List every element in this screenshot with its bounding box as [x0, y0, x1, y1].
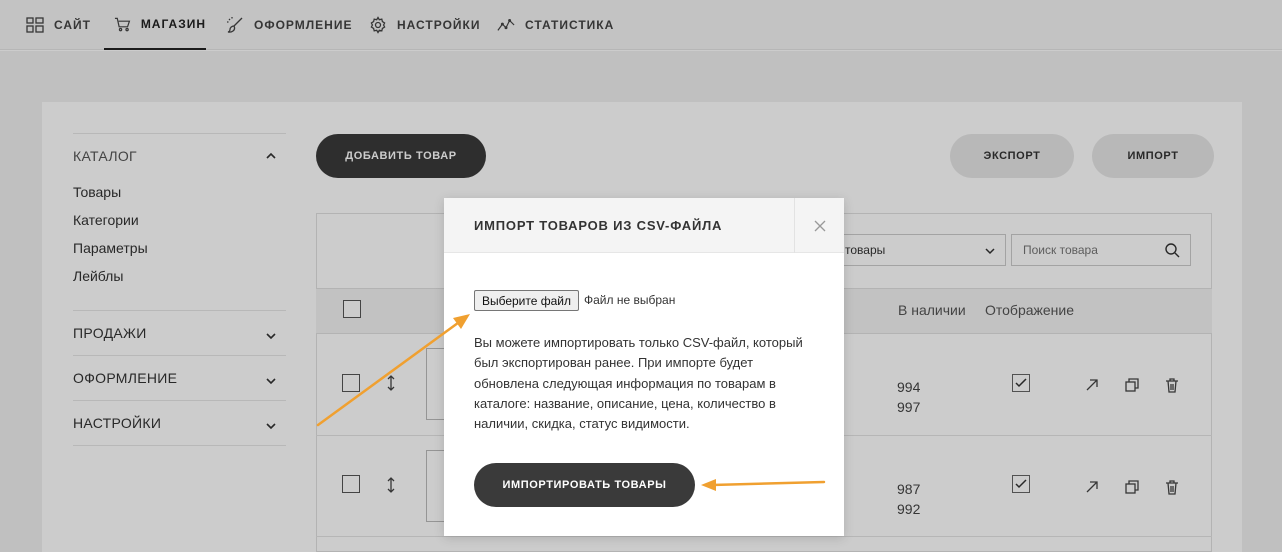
arrow-to-file-button	[316, 314, 470, 427]
arrow-to-import-button	[701, 479, 826, 491]
annotation-arrows	[316, 314, 826, 491]
